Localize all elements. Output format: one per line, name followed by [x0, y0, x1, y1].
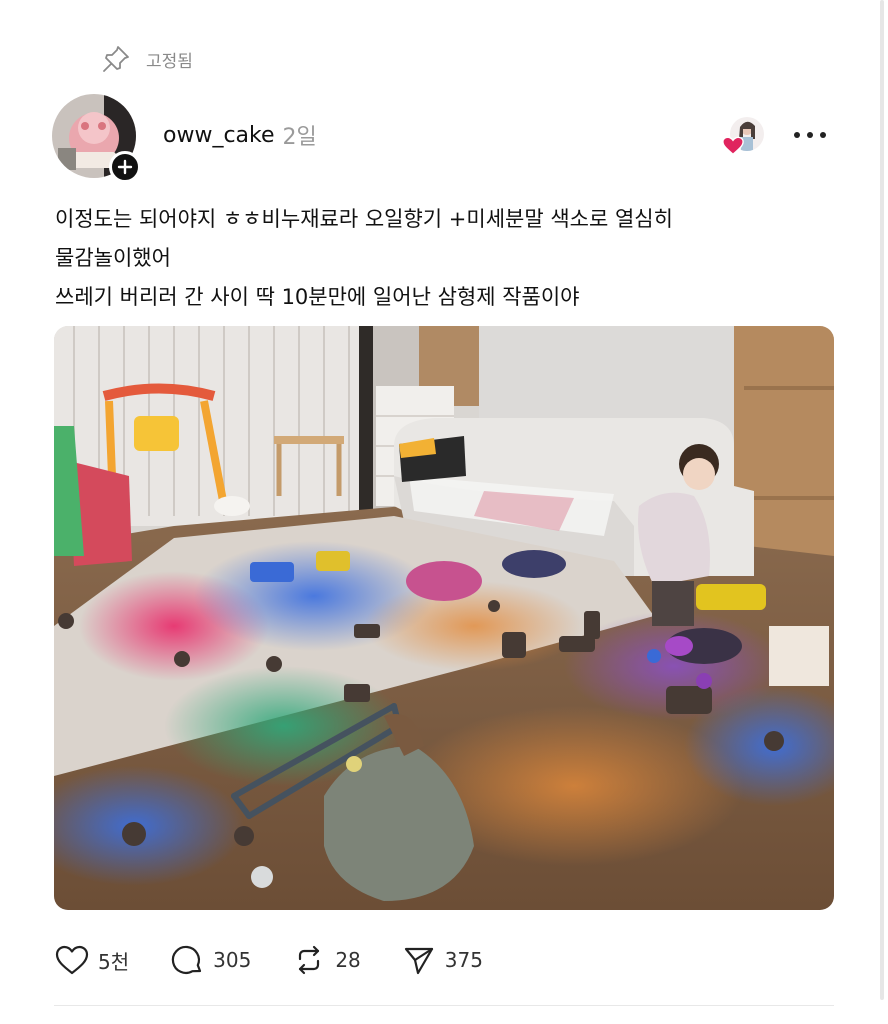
follow-button[interactable] — [109, 151, 141, 183]
post-divider — [54, 1005, 834, 1006]
post-body: 이정도는 되어야지 ㅎㅎ비누재료라 오일향기 +미세분말 색소로 열심히 물감놀… — [55, 200, 835, 317]
repost-button[interactable]: 28 — [291, 942, 361, 978]
scrollbar[interactable] — [880, 0, 884, 1000]
post-actions: 5천 305 28 375 — [54, 940, 523, 980]
comment-count: 305 — [213, 948, 252, 972]
post-text-line: 물감놀이했어 — [55, 246, 171, 270]
comment-icon — [171, 945, 202, 975]
heart-icon — [722, 136, 744, 156]
comment-button[interactable]: 305 — [169, 942, 251, 978]
plus-icon — [117, 159, 133, 175]
repost-count: 28 — [335, 948, 361, 972]
post-text-line: 이정도는 되어야지 ㅎㅎ비누재료라 오일향기 +미세분말 색소로 열심히 — [55, 207, 673, 231]
pinned-indicator: 고정됨 — [100, 42, 193, 76]
author-avatar[interactable] — [52, 94, 141, 183]
send-icon — [404, 947, 433, 975]
post-photo[interactable] — [54, 326, 834, 910]
living-room-photo — [54, 326, 834, 910]
author-username[interactable]: oww_cake — [163, 123, 275, 148]
pinned-label: 고정됨 — [146, 51, 193, 72]
share-count: 375 — [444, 948, 483, 972]
repost-icon — [299, 945, 320, 975]
like-count: 5천 — [98, 949, 130, 974]
heart-outline-icon — [55, 945, 89, 975]
more-icon — [794, 132, 826, 138]
share-button[interactable]: 375 — [401, 942, 483, 978]
like-button[interactable]: 5천 — [54, 942, 129, 978]
more-options-button[interactable] — [790, 122, 830, 148]
post-text-line: 쓰레기 버리러 간 사이 딱 10분만에 일어난 삼형제 작품이야 — [55, 285, 580, 309]
post-timestamp: 2일 — [282, 125, 317, 150]
post-header: oww_cake 2일 — [163, 118, 317, 152]
pin-icon — [103, 46, 129, 72]
liked-by-indicator[interactable] — [722, 117, 766, 156]
